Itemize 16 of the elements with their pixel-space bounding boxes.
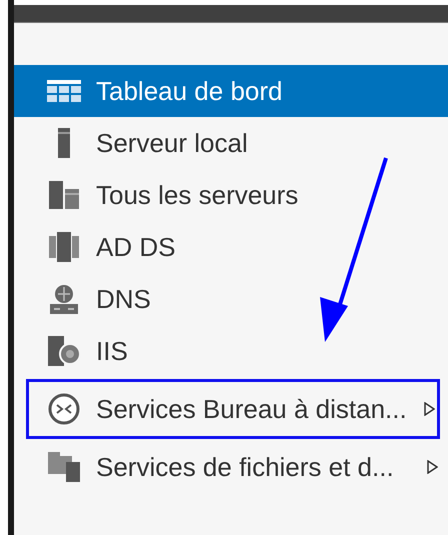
network-server-icon — [48, 284, 80, 314]
dashboard-icon — [47, 80, 81, 102]
remote-desktop-icon — [48, 393, 80, 425]
sidebar-item[interactable]: DNS — [14, 273, 448, 325]
server-icon — [58, 128, 70, 158]
sidebar-item[interactable]: Services Bureau à distan... — [29, 382, 437, 436]
sidebar-item[interactable]: Tous les serveurs — [14, 169, 448, 221]
sidebar-item[interactable]: Serveur local — [14, 117, 448, 169]
sidebar-item[interactable]: Tableau de bord — [14, 65, 448, 117]
folder-icon — [48, 452, 80, 482]
server-globe-icon — [48, 336, 80, 366]
sidebar-item[interactable]: AD DS — [14, 221, 448, 273]
server-group-icon — [49, 232, 79, 262]
servers-icon — [49, 181, 79, 209]
sidebar-item[interactable]: Services de fichiers et d... — [14, 441, 448, 493]
sidebar-item[interactable]: IIS — [14, 325, 448, 377]
